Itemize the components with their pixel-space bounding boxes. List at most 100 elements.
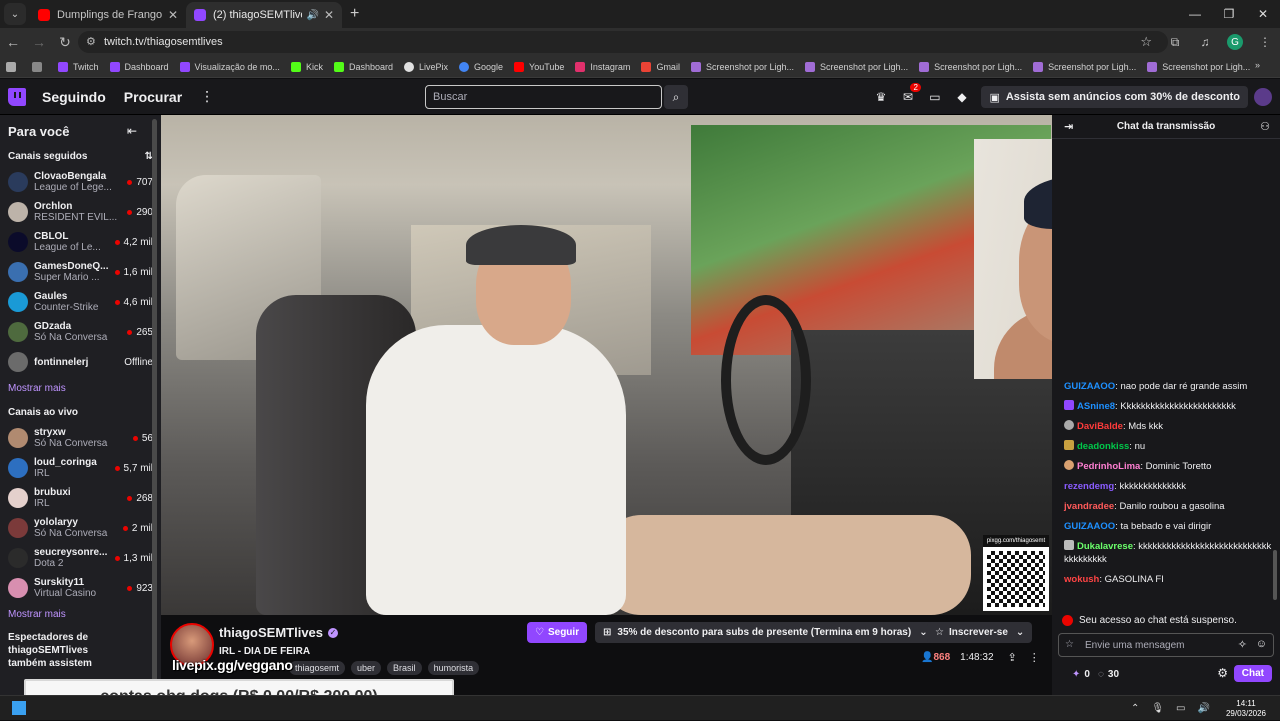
chat-settings-star-icon[interactable]: ☆	[1065, 639, 1074, 650]
prime-promo-button[interactable]: ▣ Assista sem anúncios com 30% de descont…	[981, 86, 1248, 108]
tag[interactable]: humorista	[427, 661, 480, 675]
browser-menu-icon[interactable]: ⋮	[1250, 35, 1280, 49]
chat-send-button[interactable]: Chat	[1233, 665, 1272, 682]
crown-icon[interactable]: ♛	[867, 90, 894, 104]
bookmark-item[interactable]: Screenshot por Ligh...	[919, 61, 1022, 72]
users-icon[interactable]: ⚇	[1260, 120, 1270, 133]
sidebar-channel[interactable]: GamesDoneQ... Super Mario ... 1,6 mil	[0, 257, 161, 287]
bookmark-item[interactable]: Screenshot por Ligh...	[690, 61, 794, 72]
sidebar-channel[interactable]: Surskity11 Virtual Casino 923	[0, 573, 161, 603]
tab-search-icon[interactable]: ⌄	[4, 3, 26, 25]
bookmark-item[interactable]: Dashboard	[109, 61, 169, 72]
channel-name[interactable]: thiagoSEMTlives ✓	[219, 625, 339, 640]
sidebar-channel[interactable]: fontinnelerj Offline	[0, 347, 161, 377]
new-tab-button[interactable]: +	[350, 5, 359, 23]
minimize-icon[interactable]: —	[1178, 0, 1212, 28]
bits-cheer-icon[interactable]: ✧	[1238, 638, 1247, 651]
volume-icon[interactable]: 🔊	[1198, 703, 1210, 714]
microphone-icon[interactable]: 🎙	[1151, 703, 1164, 714]
bookmark-item[interactable]: Screenshot por Ligh...	[1147, 61, 1250, 72]
emote-icon[interactable]: ☺	[1256, 638, 1267, 650]
clock[interactable]: 14:11 29/03/2026	[1226, 699, 1266, 719]
show-more-live-link[interactable]: Mostrar mais	[0, 603, 161, 625]
speaker-icon[interactable]: 🔊	[306, 10, 318, 21]
bookmark-item[interactable]: Screenshot por Ligh...	[805, 61, 908, 72]
overlay-url-text: livepix.gg/veggano	[172, 657, 293, 673]
close-window-icon[interactable]: ✕	[1246, 0, 1280, 28]
bookmark-item[interactable]: Screenshot por Ligh...	[1033, 61, 1136, 72]
inbox-icon[interactable]: ✉ 2	[894, 83, 921, 104]
sidebar-channel[interactable]: loud_coringa IRL 5,7 mil	[0, 453, 161, 483]
tag[interactable]: uber	[351, 661, 382, 675]
reload-icon[interactable]: ↻	[52, 34, 78, 51]
share-icon[interactable]: ⇪	[1008, 651, 1017, 664]
subscribe-button[interactable]: ☆ Inscrever-se ⌄	[927, 622, 1033, 643]
channel-points-icon[interactable]: ◌	[1098, 669, 1104, 680]
site-info-icon[interactable]: ⚙	[86, 35, 96, 48]
chat-input[interactable]: ☆ Envie uma mensagem ✧ ☺	[1058, 633, 1274, 657]
gear-icon[interactable]: ⚙	[1217, 666, 1228, 680]
close-icon[interactable]: ✕	[324, 8, 334, 22]
windows-start-icon[interactable]	[12, 701, 26, 715]
maximize-icon[interactable]: ❐	[1212, 0, 1246, 28]
browser-tab[interactable]: Dumplings de Frango com BBQ ✕	[30, 2, 186, 28]
apps-icon[interactable]	[32, 61, 47, 72]
sidebar-scrollbar[interactable]	[152, 119, 157, 689]
sidebar-channel[interactable]: brubuxi IRL 268	[0, 483, 161, 513]
video-player[interactable]: pixgg.com/thiagosemt	[161, 115, 1052, 615]
search-icon[interactable]: ⌕	[664, 85, 688, 109]
more-options-icon[interactable]: ⋮	[1029, 651, 1040, 664]
more-options-icon[interactable]: ⋮	[200, 88, 214, 105]
extensions-icon[interactable]: ⧉	[1160, 35, 1190, 50]
avatar	[8, 232, 28, 252]
browser-tab-bar: ⌄ Dumplings de Frango com BBQ ✕ (2) thia…	[0, 0, 1280, 28]
sidebar-channel[interactable]: ClovaoBengala League of Lege... 707	[0, 167, 161, 197]
network-icon[interactable]: ▭	[1176, 703, 1185, 714]
sidebar-channel[interactable]: GDzada Só Na Conversa 265	[0, 317, 161, 347]
bookmark-item[interactable]: Twitch	[58, 61, 99, 72]
forward-icon[interactable]: →	[26, 34, 52, 50]
url-field[interactable]: ⚙ twitch.tv/thiagosemtlives ☆	[78, 31, 1168, 53]
media-icon[interactable]: ♫	[1190, 35, 1220, 49]
bookmark-item[interactable]: Instagram	[575, 61, 630, 72]
user-avatar[interactable]	[1254, 88, 1272, 106]
bookmark-item[interactable]: LivePix	[403, 61, 448, 72]
bookmark-item[interactable]: Dashboard	[333, 61, 393, 72]
bookmark-star-icon[interactable]: ☆	[1140, 34, 1152, 50]
chat-scrollbar[interactable]	[1273, 550, 1277, 600]
sidebar-channel[interactable]: yololaryy Só Na Conversa 2 mil	[0, 513, 161, 543]
nav-browse[interactable]: Procurar	[124, 89, 182, 105]
sidebar-channel[interactable]: stryxw Só Na Conversa 56	[0, 423, 161, 453]
bits-icon[interactable]: ◆	[948, 90, 975, 104]
bookmark-item[interactable]: Google	[459, 61, 503, 72]
collapse-chat-icon[interactable]: ⇥	[1064, 120, 1073, 133]
bits-icon[interactable]: ✦	[1072, 669, 1080, 680]
more-bookmarks-icon[interactable]: »	[1255, 60, 1260, 70]
gift-subs-promo-button[interactable]: ⊞ 35% de desconto para subs de presente (…	[595, 622, 936, 643]
tag[interactable]: Brasil	[387, 661, 422, 675]
browser-tab-active[interactable]: (2) thiagoSEMTlives - Twitch 🔊 ✕	[186, 2, 342, 28]
profile-avatar[interactable]: G	[1227, 34, 1243, 50]
sidebar-channel[interactable]: Gaules Counter-Strike 4,6 mil	[0, 287, 161, 317]
collapse-sidebar-icon[interactable]: ⇤	[127, 124, 137, 138]
notification-badge: 2	[910, 83, 921, 92]
whispers-icon[interactable]: ▭	[921, 90, 948, 104]
show-more-link[interactable]: Mostrar mais	[0, 377, 161, 399]
bookmark-item[interactable]: Gmail	[641, 61, 680, 72]
bookmark-item[interactable]: Kick	[290, 61, 323, 72]
twitch-logo-icon[interactable]	[8, 87, 26, 106]
follow-button[interactable]: ♡ Seguir	[527, 622, 588, 643]
chat-message: GUIZAAOO: nao pode dar ré grande assim	[1064, 381, 1248, 392]
nav-following[interactable]: Seguindo	[42, 89, 106, 105]
search-input[interactable]: Buscar	[425, 85, 662, 109]
bookmark-item[interactable]: Visualização de mo...	[179, 61, 280, 72]
sidebar-channel[interactable]: seucreysonre... Dota 2 1,3 mil	[0, 543, 161, 573]
sidebar-channel[interactable]: Orchlon RESIDENT EVIL... 290	[0, 197, 161, 227]
chevron-up-icon[interactable]: ⌃	[1131, 703, 1139, 714]
tag[interactable]: thiagosemt	[289, 661, 346, 675]
sidebar-toggle-icon[interactable]	[6, 61, 21, 72]
sidebar-channel[interactable]: CBLOL League of Le... 4,2 mil	[0, 227, 161, 257]
close-icon[interactable]: ✕	[168, 8, 178, 22]
bookmark-item[interactable]: YouTube	[514, 61, 564, 72]
back-icon[interactable]: ←	[0, 34, 26, 50]
